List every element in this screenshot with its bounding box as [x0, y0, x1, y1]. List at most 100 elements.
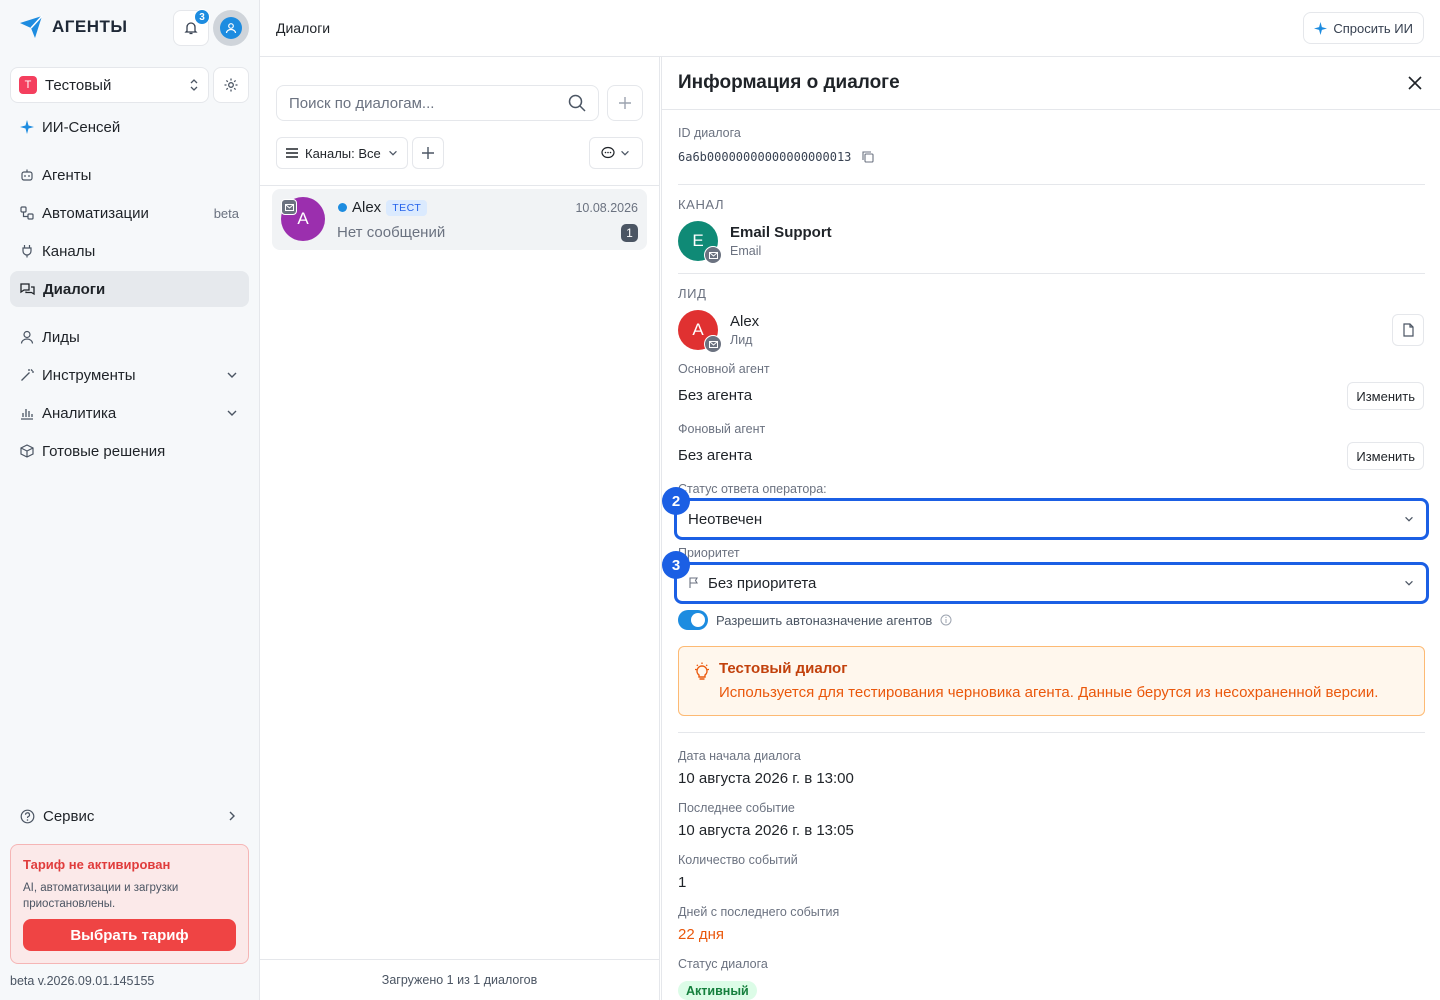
- help-circle-icon: [20, 809, 35, 823]
- beta-tag: beta: [213, 205, 239, 221]
- nav-dialogs[interactable]: Диалоги: [10, 271, 249, 307]
- priority-value: Без приоритета: [708, 574, 817, 592]
- sparkle-icon: [1314, 21, 1328, 35]
- email-channel-badge: [704, 335, 722, 353]
- auto-assign-toggle[interactable]: [678, 610, 708, 630]
- lightbulb-icon: [695, 662, 709, 680]
- change-main-agent-button[interactable]: Изменить: [1347, 382, 1424, 410]
- change-background-agent-button[interactable]: Изменить: [1347, 442, 1424, 470]
- workspace-select[interactable]: T Тестовый: [10, 67, 209, 103]
- online-indicator: [338, 203, 347, 212]
- divider: [678, 273, 1425, 274]
- channel-section-title: КАНАЛ: [678, 197, 725, 212]
- email-channel-badge: [704, 246, 722, 264]
- test-dialog-notice: Тестовый диалог Используется для тестиро…: [678, 646, 1425, 716]
- nav-tools[interactable]: Инструменты: [10, 357, 249, 393]
- updown-chevron-icon: [190, 79, 198, 91]
- plan-warning: Тариф не активирован AI, автоматизации и…: [10, 844, 249, 964]
- nav-label: Автоматизации: [42, 204, 149, 222]
- nav-service[interactable]: Сервис: [10, 798, 249, 834]
- step-badge: 2: [662, 487, 690, 515]
- main-agent-value: Без агента: [678, 387, 753, 404]
- user-avatar[interactable]: [213, 10, 249, 46]
- user-icon: [20, 330, 34, 344]
- workflow-icon: [20, 206, 34, 220]
- top-bar: Диалоги Спросить ИИ: [260, 0, 1440, 57]
- operator-status-label: Статус ответа оператора:: [678, 482, 827, 496]
- lead-card-button[interactable]: [1392, 314, 1424, 346]
- status-badge: Активный: [678, 981, 757, 1000]
- chevron-down-icon: [227, 410, 237, 416]
- last-event-value: 10 августа 2026 г. в 13:05: [678, 822, 854, 839]
- notifications-badge: 3: [194, 9, 210, 25]
- operator-status-value: Неотвечен: [688, 510, 763, 528]
- operator-status-select[interactable]: Неотвечен: [678, 502, 1425, 536]
- ask-ai-label: Спросить ИИ: [1333, 20, 1413, 36]
- nav-label: Агенты: [42, 166, 92, 184]
- choose-plan-button[interactable]: Выбрать тариф: [23, 919, 236, 951]
- sidebar: АГЕНТЫ 3 T Тестовый ИИ-Сенсей Агенты Авт…: [0, 0, 260, 1000]
- chat-icon: [20, 282, 35, 295]
- nav-ai-sensei[interactable]: ИИ-Сенсей: [10, 109, 249, 145]
- dialog-status-label: Статус диалога: [678, 957, 768, 971]
- workspace-settings-button[interactable]: [213, 67, 249, 103]
- nav-channels[interactable]: Каналы: [10, 233, 249, 269]
- background-agent-label: Фоновый агент: [678, 422, 766, 436]
- chevron-down-icon: [1405, 580, 1413, 586]
- events-count-value: 1: [678, 874, 687, 891]
- email-channel-badge: [281, 199, 297, 215]
- breadcrumb[interactable]: Диалоги: [276, 20, 330, 36]
- chat-bubble-icon: [601, 146, 615, 159]
- nav-label: Сервис: [43, 807, 95, 825]
- new-dialog-button[interactable]: [607, 85, 643, 121]
- logo-text: АГЕНТЫ: [52, 17, 128, 36]
- priority-select[interactable]: Без приоритета: [678, 566, 1425, 600]
- info-icon[interactable]: [940, 614, 952, 626]
- plug-icon: [22, 245, 32, 258]
- copy-icon[interactable]: [861, 150, 875, 164]
- plan-title: Тариф не активирован: [23, 857, 171, 872]
- chevron-right-icon: [229, 811, 235, 821]
- search-icon[interactable]: [568, 94, 586, 112]
- start-date-label: Дата начала диалога: [678, 749, 801, 763]
- chevron-down-icon: [1405, 516, 1413, 522]
- ask-ai-button[interactable]: Спросить ИИ: [1303, 12, 1424, 44]
- divider: [260, 185, 659, 186]
- unread-count-badge: 1: [621, 224, 638, 242]
- plan-description: AI, автоматизации и загрузки приостановл…: [23, 882, 179, 910]
- app-logo[interactable]: АГЕНТЫ: [18, 14, 128, 40]
- notifications-button[interactable]: 3: [173, 9, 210, 46]
- plus-icon: [422, 147, 434, 159]
- add-filter-button[interactable]: [412, 137, 444, 169]
- nav-leads[interactable]: Лиды: [10, 319, 249, 355]
- nav-label: Аналитика: [42, 404, 117, 422]
- details-header: Информация о диалоге: [662, 57, 1440, 110]
- nav-agents[interactable]: Агенты: [10, 157, 249, 193]
- channel-name[interactable]: Email Support: [730, 224, 832, 241]
- nav-label: ИИ-Сенсей: [42, 118, 121, 136]
- lead-name[interactable]: Alex: [730, 313, 759, 330]
- channels-filter[interactable]: Каналы: Все: [276, 137, 408, 169]
- details-title: Информация о диалоге: [678, 72, 900, 93]
- last-event-label: Последнее событие: [678, 801, 795, 815]
- mail-icon: [284, 203, 294, 211]
- search-input[interactable]: [289, 94, 568, 112]
- lead-section-title: ЛИД: [678, 286, 707, 301]
- list-item[interactable]: A Alex ТЕСТ 10.08.2026 Нет сообщений 1: [272, 189, 647, 250]
- close-icon[interactable]: [1407, 75, 1423, 91]
- nav-solutions[interactable]: Готовые решения: [10, 433, 249, 469]
- auto-assign-row: Разрешить автоназначение агентов: [678, 610, 952, 630]
- search-box[interactable]: [276, 85, 599, 121]
- list-footer: Загружено 1 из 1 диалогов: [260, 959, 659, 1000]
- test-tag: ТЕСТ: [386, 199, 428, 216]
- days-since-value: 22 дня: [678, 926, 725, 943]
- box-icon: [20, 444, 34, 458]
- nav-analytics[interactable]: Аналитика: [10, 395, 249, 431]
- message-type-filter[interactable]: [589, 137, 643, 169]
- days-since-label: Дней с последнего события: [678, 905, 840, 919]
- nav-automations[interactable]: Автоматизации beta: [10, 195, 249, 231]
- workspace-badge: T: [19, 76, 37, 94]
- flag-icon: [689, 577, 698, 588]
- conversation-title: Alex ТЕСТ: [338, 199, 428, 216]
- notice-title: Тестовый диалог: [719, 660, 848, 677]
